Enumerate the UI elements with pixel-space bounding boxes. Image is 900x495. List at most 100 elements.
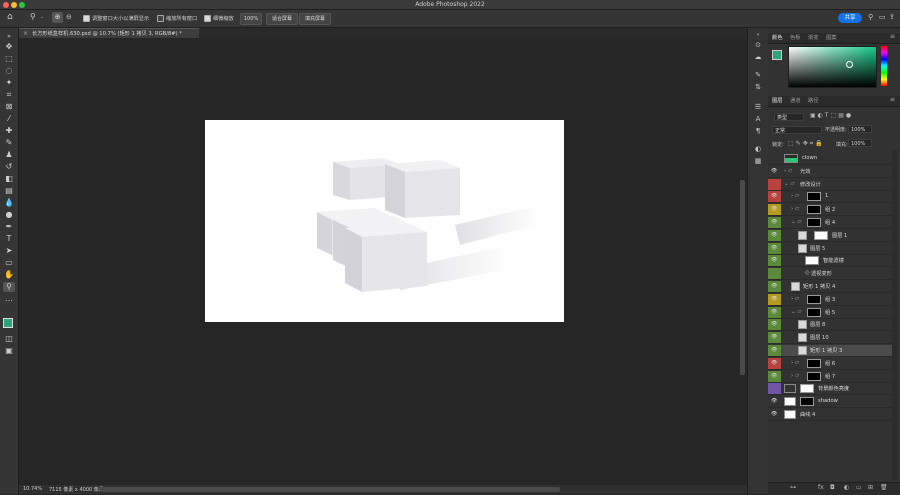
new-group-icon[interactable]: ▭: [856, 484, 862, 491]
history-brush-icon[interactable]: ↺: [3, 162, 15, 172]
tab-gradients[interactable]: 渐变: [808, 33, 819, 43]
delete-layer-icon[interactable]: 🗑: [880, 484, 888, 491]
zoom-tool-icon[interactable]: ⚲: [3, 282, 15, 292]
filter-icons[interactable]: ▣◐T⬚▤●: [810, 112, 853, 119]
clone-stamp-icon[interactable]: ♟: [3, 150, 15, 160]
chevron-down-icon[interactable]: ⌄: [40, 14, 44, 20]
properties-panel-icon[interactable]: ☰: [753, 102, 763, 112]
paragraph-panel-icon[interactable]: ¶: [753, 126, 763, 136]
layer-row[interactable]: ◎ 透视变形: [768, 268, 892, 281]
layer-row[interactable]: 👁 图层 10: [768, 332, 892, 345]
pen-tool-icon[interactable]: ✒: [3, 222, 15, 232]
layer-mask-thumbnail[interactable]: [807, 205, 821, 215]
layer-name[interactable]: shadow: [818, 398, 838, 404]
tab-paths[interactable]: 路径: [808, 96, 819, 106]
layer-name[interactable]: 背景颜色亮度: [818, 385, 849, 392]
layer-thumbnail[interactable]: [784, 154, 798, 163]
screen-mode-icon[interactable]: ▣: [3, 346, 15, 356]
search-icon[interactable]: ⚲: [868, 13, 873, 21]
layer-row[interactable]: 👁 矩形 1 拷贝 3: [768, 345, 892, 357]
hue-slider[interactable]: [881, 46, 887, 86]
layer-name[interactable]: 智能滤镜: [823, 257, 844, 264]
hand-tool-icon[interactable]: ✋: [3, 270, 15, 280]
tab-swatches[interactable]: 色板: [790, 33, 801, 43]
workspace-icon[interactable]: ▭: [879, 13, 886, 21]
foreground-color-swatch[interactable]: [3, 318, 13, 328]
horizontal-scroll-thumb[interactable]: [100, 487, 560, 492]
adjustment-icon[interactable]: [784, 397, 796, 407]
layer-name[interactable]: 透视变形: [811, 270, 832, 277]
layer-name[interactable]: 组 6: [825, 360, 835, 367]
history-panel-icon[interactable]: ⊙: [753, 40, 763, 50]
clone-source-icon[interactable]: ⇅: [753, 82, 763, 92]
visibility-eye-icon[interactable]: 👁: [771, 309, 777, 315]
folder-closed-icon[interactable]: › ▱: [784, 168, 792, 174]
blend-mode-select[interactable]: 正常: [772, 126, 822, 134]
path-select-icon[interactable]: ➤: [3, 246, 15, 256]
scrubby-zoom-checkbox[interactable]: [204, 15, 211, 22]
adjustments-panel-icon[interactable]: ◐: [753, 144, 763, 154]
color-picker-field[interactable]: [788, 46, 877, 88]
smart-object-thumbnail[interactable]: [798, 346, 807, 355]
character-panel-icon[interactable]: A: [753, 114, 763, 124]
layer-name[interactable]: 矩形 1 拷贝 3: [810, 347, 842, 354]
layer-row[interactable]: 👁 ⌄ ▱ 组 5: [768, 306, 892, 319]
layer-name[interactable]: 曲线 4: [800, 411, 815, 418]
smart-filter-thumbnail[interactable]: [805, 256, 819, 266]
zoom-all-checkbox[interactable]: [157, 15, 164, 22]
layer-row[interactable]: 👁 图层 5: [768, 242, 892, 255]
document-canvas[interactable]: [205, 120, 564, 322]
opacity-field[interactable]: 100%: [848, 125, 872, 133]
layer-name[interactable]: 图层 5: [810, 245, 825, 252]
layer-name[interactable]: 矩形 1 拷贝 4: [803, 283, 835, 290]
layer-row[interactable]: 👁 图层 8: [768, 319, 892, 332]
visibility-eye-icon[interactable]: 👁: [771, 296, 777, 302]
zoom-readout[interactable]: 10.74%: [23, 486, 42, 492]
smart-object-thumbnail[interactable]: [798, 243, 807, 253]
expand-panels-icon[interactable]: «: [753, 30, 763, 40]
adjustment-icon[interactable]: [784, 384, 796, 394]
dodge-tool-icon[interactable]: ●: [3, 210, 15, 220]
curves-adjustment-icon[interactable]: [784, 410, 796, 419]
layer-row[interactable]: ⌄ ▱ 修改设计: [768, 178, 892, 191]
frame-tool-icon[interactable]: ⊠: [3, 102, 15, 112]
smart-object-thumbnail[interactable]: [798, 320, 807, 330]
layer-name[interactable]: 组 2: [825, 206, 835, 213]
filter-effect-icon[interactable]: ◎: [805, 270, 810, 276]
add-mask-icon[interactable]: ◘: [830, 484, 835, 491]
visibility-eye-icon[interactable]: 👁: [771, 193, 777, 199]
healing-brush-icon[interactable]: ✚: [3, 126, 15, 136]
layer-row[interactable]: 👁 矩形 1 拷贝 4: [768, 281, 892, 293]
visibility-eye-icon[interactable]: 👁: [771, 411, 777, 417]
visibility-eye-icon[interactable]: 👁: [771, 334, 777, 340]
folder-closed-icon[interactable]: › ▱: [791, 373, 799, 379]
collapse-icon[interactable]: »: [3, 32, 15, 42]
visibility-eye-icon[interactable]: 👁: [771, 206, 777, 212]
layer-row[interactable]: 👁 › ▱ 组 7: [768, 370, 892, 383]
visibility-eye-icon[interactable]: 👁: [771, 321, 777, 327]
layer-filter-kind[interactable]: 类型: [774, 113, 804, 121]
magic-wand-icon[interactable]: ✦: [3, 78, 15, 88]
layer-row[interactable]: 👁 › ▱ 组 3: [768, 293, 892, 306]
lock-icons[interactable]: ⬚✎✥⌗🔒: [788, 140, 825, 148]
layer-name[interactable]: 图层 10: [810, 334, 829, 341]
zoom-in-icon[interactable]: ⊕: [52, 12, 63, 23]
smart-object-thumbnail[interactable]: [798, 230, 807, 240]
layer-name[interactable]: 光效: [800, 168, 810, 175]
resize-windows-checkbox[interactable]: [83, 15, 90, 22]
folder-closed-icon[interactable]: › ▱: [791, 296, 799, 302]
color-picker-cursor[interactable]: [846, 61, 853, 68]
move-tool-icon[interactable]: ✥: [3, 42, 15, 52]
layer-row[interactable]: clown: [768, 153, 892, 165]
zoom-tool-preset-icon[interactable]: ⚲: [30, 12, 36, 21]
visibility-eye-icon[interactable]: 👁: [771, 347, 777, 353]
gradient-tool-icon[interactable]: ▤: [3, 186, 15, 196]
layer-row[interactable]: 👁 ⌄ ▱ 组 4: [768, 217, 892, 229]
layer-name[interactable]: 修改设计: [800, 181, 821, 188]
eraser-icon[interactable]: ◧: [3, 174, 15, 184]
comments-panel-icon[interactable]: ☁: [753, 52, 763, 62]
type-tool-icon[interactable]: T: [3, 234, 15, 244]
visibility-eye-icon[interactable]: 👁: [771, 219, 777, 225]
blur-tool-icon[interactable]: 💧: [3, 198, 15, 208]
layer-name[interactable]: 图层 8: [810, 321, 825, 328]
